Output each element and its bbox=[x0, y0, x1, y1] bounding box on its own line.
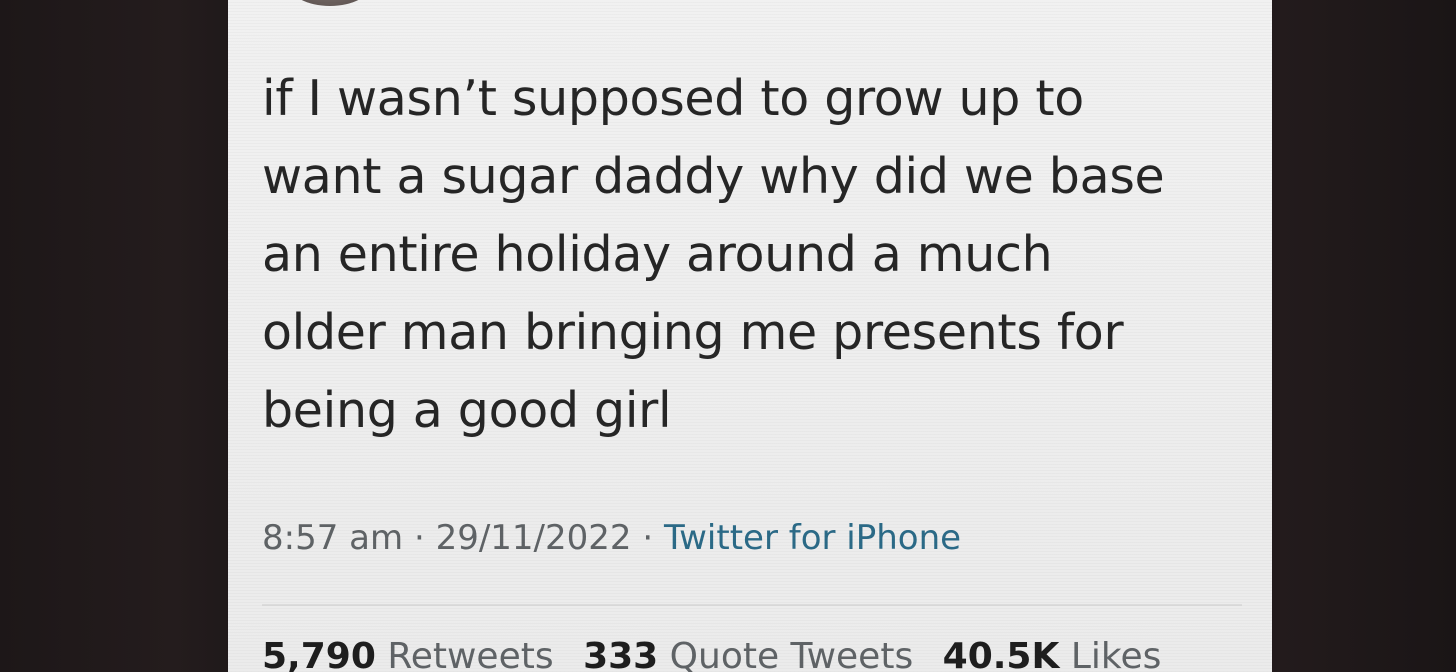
retweets-stat[interactable]: 5,790 Retweets bbox=[262, 636, 554, 672]
tweet-source-link[interactable]: Twitter for iPhone bbox=[664, 518, 961, 558]
tweet-text-line: being a good girl bbox=[262, 382, 672, 439]
tweet-stats: 5,790 Retweets 333 Quote Tweets 40.5K Li… bbox=[262, 636, 1161, 672]
meta-separator: · bbox=[413, 518, 425, 558]
tweet-date[interactable]: 29/11/2022 bbox=[436, 518, 632, 558]
likes-count: 40.5K bbox=[942, 636, 1060, 672]
photo-background: if I wasn’t supposed to grow up to want … bbox=[0, 0, 1456, 672]
divider bbox=[262, 604, 1242, 606]
tweet-text-line: want a sugar daddy why did we base bbox=[262, 148, 1165, 205]
tweet-text-line: older man bringing me presents for bbox=[262, 304, 1124, 361]
tweet-text-line: an entire holiday around a much bbox=[262, 226, 1053, 283]
retweets-count: 5,790 bbox=[262, 636, 376, 672]
likes-stat[interactable]: 40.5K Likes bbox=[943, 636, 1162, 672]
tweet-meta: 8:57 am · 29/11/2022 · Twitter for iPhon… bbox=[262, 518, 961, 558]
quote-tweets-label: Quote Tweets bbox=[669, 636, 914, 672]
likes-label: Likes bbox=[1070, 636, 1162, 672]
quote-tweets-stat[interactable]: 333 Quote Tweets bbox=[583, 636, 913, 672]
tweet-text-line: if I wasn’t supposed to grow up to bbox=[262, 70, 1084, 127]
tweet-text: if I wasn’t supposed to grow up to want … bbox=[262, 60, 1242, 450]
avatar[interactable] bbox=[288, 0, 372, 6]
meta-separator: · bbox=[642, 518, 654, 558]
retweets-label: Retweets bbox=[387, 636, 554, 672]
quote-tweets-count: 333 bbox=[583, 636, 659, 672]
tweet-time[interactable]: 8:57 am bbox=[262, 518, 403, 558]
tweet-card: if I wasn’t supposed to grow up to want … bbox=[228, 0, 1272, 672]
